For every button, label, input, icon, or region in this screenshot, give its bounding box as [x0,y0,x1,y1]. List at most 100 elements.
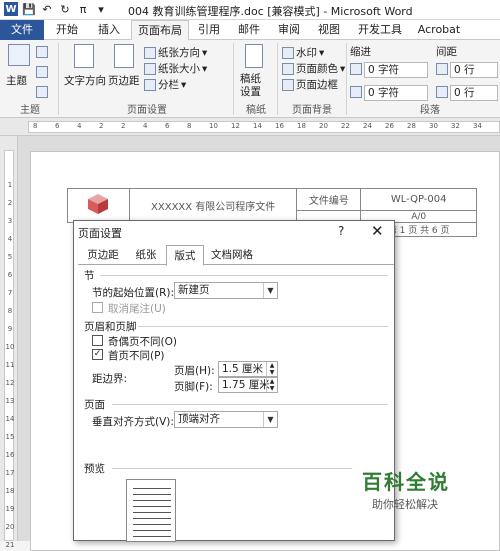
undo-icon[interactable]: ↶ [40,2,54,16]
margins-button[interactable]: 页边距 [108,73,140,88]
footer-distance-input[interactable]: 1.75 厘米 ▲ ▼ [218,377,278,393]
themes-icon[interactable] [8,44,30,66]
section-divider [138,326,388,327]
ruler-number: 6 [55,122,60,130]
tab-file[interactable]: 文件 [0,20,44,40]
tab-review[interactable]: 审阅 [272,20,306,40]
size-button[interactable]: 纸张大小 ▾ [144,61,207,76]
ruler-number: 2 [121,122,126,130]
first-page-checkbox[interactable]: ✓ [92,349,103,360]
help-icon[interactable]: ? [338,224,344,238]
page-border-button[interactable]: 页面边框 [282,77,338,92]
tab-page-layout[interactable]: 页面布局 [131,20,189,41]
dialog-title: 页面设置 [78,227,122,240]
tab-view[interactable]: 视图 [312,20,346,40]
pi-icon[interactable]: π [76,2,90,16]
vertical-alignment-select[interactable]: 顶端对齐 ▼ [174,411,278,428]
vertical-ruler[interactable]: 1 2 3 4 5 6 7 8 9 10 11 12 13 14 15 16 17 18 19 20 21 [0,136,18,549]
watermark-button[interactable]: 水印 ▾ [282,45,324,60]
ruler-number: 20 [319,122,328,130]
redo-icon[interactable]: ↻ [58,2,72,16]
spacing-after-icon [436,86,448,98]
ruler-number: 4 [7,235,13,243]
preview-heading: 预览 [84,463,105,475]
ruler-number: 6 [165,122,170,130]
header-distance-label: 页眉(H): [174,365,215,377]
preview-page [126,479,176,542]
tab-margins[interactable]: 页边距 [82,247,124,265]
text-direction-icon[interactable] [74,44,94,68]
ruler-number: 10 [209,122,218,130]
spacing-before-input[interactable]: 0 行 [450,62,498,78]
preview-line [133,500,171,501]
tab-paper[interactable]: 纸张 [128,247,164,265]
page-color-button[interactable]: 页面颜色 ▾ [282,61,345,76]
margins-icon[interactable] [114,44,134,68]
ruler-number: 17 [5,469,15,477]
dialog-title-bar[interactable]: 页面设置 ? ✕ [74,221,394,243]
customize-qat-icon[interactable]: ▾ [94,2,108,16]
first-page-label: 首页不同(P) [108,350,165,362]
ruler-number: 34 [473,122,482,130]
horizontal-ruler[interactable]: 8 6 4 2 2 4 6 8 10 12 14 16 18 20 22 24 26 28 30 32 34 [0,118,500,136]
ruler-number: 3 [7,217,13,225]
divider [277,43,278,115]
ruler-number: 5 [7,253,13,261]
ruler-number: 15 [5,433,15,441]
section-divider [112,404,388,405]
tab-acrobat[interactable]: Acrobat [414,20,464,40]
stepper-icon[interactable]: ▲ ▼ [266,362,277,376]
preview-line [133,506,171,507]
ruler-number: 8 [7,307,13,315]
vertical-alignment-label: 垂直对齐方式(V): [92,416,174,428]
ruler-number: 30 [429,122,438,130]
odd-even-checkbox[interactable] [92,335,103,346]
tab-references[interactable]: 引用 [192,20,226,40]
word-logo-icon[interactable]: W [4,2,18,16]
stepper-icon[interactable]: ▲ ▼ [266,378,277,392]
ruler-number: 16 [275,122,284,130]
draft-paper-icon[interactable] [245,44,263,68]
spacing-after-input[interactable]: 0 行 [450,85,498,101]
preview-line [133,530,171,531]
company-logo-cell [67,188,130,223]
tab-developer[interactable]: 开发工具 [352,20,408,40]
draft-paper-button[interactable]: 稿纸 设置 [240,73,270,99]
close-icon[interactable]: ✕ [371,222,384,240]
theme-fonts-icon[interactable] [36,66,48,78]
divider [346,43,347,115]
theme-effects-icon[interactable] [36,86,48,98]
odd-even-label: 奇偶页不同(O) [108,336,177,348]
suppress-endnotes-label: 取消尾注(U) [108,303,166,315]
size-icon [144,62,156,75]
suppress-endnotes-checkbox[interactable] [92,302,103,313]
ruler-number: 16 [5,451,15,459]
indent-label: 缩进 [350,46,371,58]
save-icon[interactable]: 💾 [22,2,36,16]
tab-mailings[interactable]: 邮件 [232,20,266,40]
page-setup-dialog: 页面设置 ? ✕ 页边距 纸张 版式 文档网格 节 节的起始位置(R): 新建页… [73,220,395,542]
tab-home[interactable]: 开始 [50,20,84,40]
tab-layout[interactable]: 版式 [166,245,204,266]
orientation-button[interactable]: 纸张方向 ▾ [144,45,207,60]
doc-no-value-cell: WL-QP-004 [360,188,477,211]
text-direction-button[interactable]: 文字方向 [64,73,106,88]
paragraph-group-label: 段落 [420,105,440,116]
themes-button[interactable]: 主题 [6,73,27,88]
preview-line [133,512,171,513]
theme-colors-icon[interactable] [36,46,48,58]
company-logo-icon [88,194,109,214]
section-start-select[interactable]: 新建页 ▼ [174,282,278,299]
ruler-number: 19 [5,505,15,513]
tab-insert[interactable]: 插入 [92,20,126,40]
tab-document-grid[interactable]: 文档网格 [208,247,256,265]
page-heading: 页面 [84,399,105,411]
ruler-number: 7 [7,289,13,297]
preview-line [133,524,171,525]
columns-button[interactable]: 分栏 ▾ [144,77,186,92]
header-distance-input[interactable]: 1.5 厘米 ▲ ▼ [218,361,278,377]
page-setup-group-label: 页面设置 [127,105,167,116]
indent-right-input[interactable]: 0 字符 [364,85,428,101]
ruler-number: 11 [5,361,15,369]
indent-left-input[interactable]: 0 字符 [364,62,428,78]
